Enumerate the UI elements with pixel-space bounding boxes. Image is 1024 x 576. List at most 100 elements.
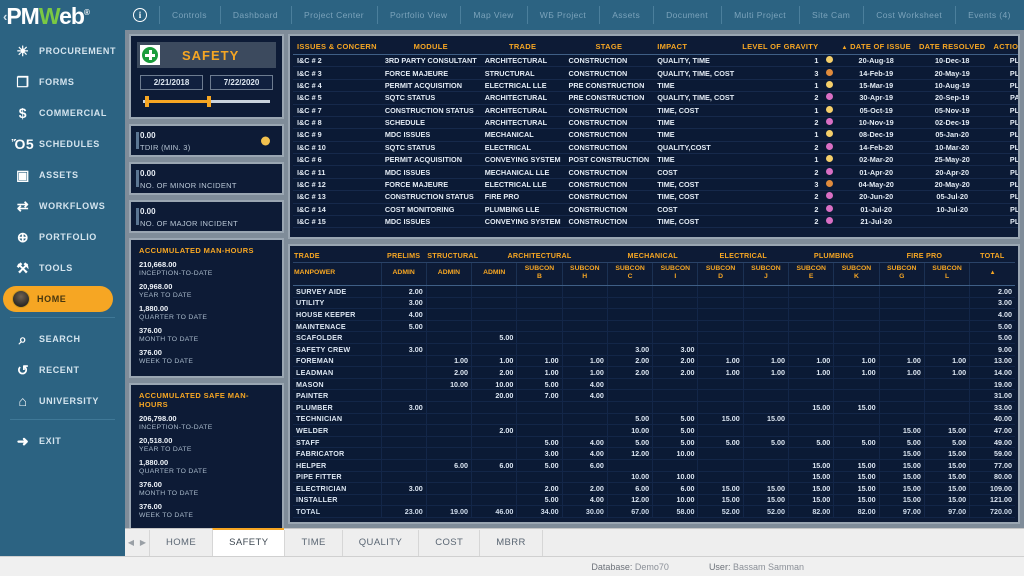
date-range-slider[interactable] (143, 96, 270, 107)
kpi-value: 0.00 (140, 206, 156, 216)
issues-col-header[interactable]: ▲ DATE OF ISSUE (837, 39, 915, 55)
sidebar-item-portfolio[interactable]: ⊕ PORTFOLIO (0, 224, 125, 250)
manpower-sub-header[interactable]: SUBCON D (697, 262, 744, 286)
date-from-input[interactable]: 2/21/2018 (140, 75, 203, 90)
sidebar-item-forms[interactable]: ❐ FORMS (0, 69, 125, 95)
manpower-value-cell (561, 297, 608, 310)
kpi-card: 0.00 NO. OF MAJOR INCIDENT (129, 200, 284, 233)
top-tab-document[interactable]: Document (653, 0, 721, 30)
manpower-sub-header[interactable]: ADMIN (471, 262, 517, 286)
sidebar-item-search[interactable]: ⌕ SEARCH (0, 326, 125, 352)
issues-table-row[interactable]: I&C # 15 MDC ISSUES CONVEYING SYSTEM CONSTR… (293, 215, 1018, 229)
manpower-sub-header[interactable]: SUBCON B (516, 262, 563, 286)
sidebar-item-procurement[interactable]: ☀ PROCUREMENT (0, 38, 125, 64)
issues-table-row[interactable]: I&C # 11 MDC ISSUES MECHANICAL LLE CONSTRUC… (293, 165, 1018, 179)
manpower-sub-header[interactable]: ADMIN (425, 262, 472, 286)
manpower-sub-header[interactable]: ADMIN (380, 262, 427, 286)
app-logo[interactable]: ‹PMWeb® (0, 0, 125, 30)
issues-col-header[interactable]: DATE RESOLVED (914, 39, 990, 55)
top-tab-cost-worksheet[interactable]: Cost Worksheet (863, 0, 955, 30)
top-tab-dashboard[interactable]: Dashboard (219, 0, 291, 30)
manpower-value-cell (380, 494, 427, 507)
manpower-sub-header[interactable]: ▲ (969, 262, 1015, 286)
right-column: ISSUES & CONCERN MODULE TRADE STAGE IMPACT LE… (288, 34, 1020, 524)
sidebar-item-assets[interactable]: ▣ ASSETS (0, 162, 125, 188)
manpower-sub-header[interactable]: SUBCON E (788, 262, 834, 286)
cell-stage: CONSTRUCTION (564, 215, 654, 229)
issues-col-header[interactable] (822, 39, 838, 55)
manpower-sub-header[interactable]: SUBCON I (652, 262, 698, 286)
top-tab-controls[interactable]: Controls (159, 0, 220, 30)
issues-table-row[interactable]: I&C # 10 SQTC STATUS ELECTRICAL CONSTRUCTIO… (293, 141, 1018, 155)
top-tab-project-center[interactable]: Project Center (291, 0, 377, 30)
sidebar-item-commercial[interactable]: $ COMMERCIAL (0, 100, 125, 126)
manpower-sub-header[interactable]: SUBCON K (833, 262, 880, 286)
issues-col-header[interactable]: MODULE (380, 39, 481, 55)
sidebar-item-tools[interactable]: ⚒ TOOLS (0, 255, 125, 281)
top-tab-portfolio-view[interactable]: Portfolio View (376, 0, 460, 30)
manpower-sub-header[interactable]: SUBCON C (606, 262, 653, 286)
issues-table-row[interactable]: I&C # 14 COST MONITORING PLUMBING LLE CONST… (293, 203, 1018, 216)
issues-table-row[interactable]: I&C # 5 SQTC STATUS ARCHITECTURAL PRE CONST… (293, 91, 1018, 105)
sidebar-item-label: PROCUREMENT (39, 46, 117, 56)
issues-table-row[interactable]: I&C # 7 CONSTRUCTION STATUS ARCHITECTURAL C… (293, 104, 1018, 117)
top-tab-site-cam[interactable]: Site Cam (799, 0, 863, 30)
sidebar-item-recent[interactable]: ↺ RECENT (0, 357, 125, 383)
manpower-trade-name: ELECTRICIAN (293, 482, 381, 495)
bottom-tab-home[interactable]: HOME (149, 530, 213, 556)
manpower-sub-header[interactable]: SUBCON J (742, 262, 789, 286)
issues-table-row[interactable]: I&C # 3 FORCE MAJEURE STRUCTURAL CONSTRUCTI… (293, 66, 1018, 80)
manpower-sub-header[interactable]: SUBCON H (561, 262, 608, 286)
sidebar-item-schedules[interactable]: Ὄ5 SCHEDULES (0, 131, 125, 157)
slider-handle-left[interactable] (145, 96, 149, 107)
manpower-value-cell (788, 331, 834, 344)
date-to-input[interactable]: 7/22/2020 (210, 75, 273, 90)
sidebar-item-exit[interactable]: ➜ EXIT (0, 428, 125, 454)
manpower-value-cell (516, 285, 563, 298)
issues-table-row[interactable]: I&C # 2 3RD PARTY CONSULTANT ARCHITECTURAL… (293, 54, 1018, 68)
bottom-tab-time[interactable]: TIME (284, 530, 342, 556)
top-navigation: i Controls Dashboard Project Center Portfol… (125, 0, 1024, 30)
top-tab-map-view[interactable]: Map View (460, 0, 526, 30)
cell-stage: CONSTRUCTION (564, 104, 654, 117)
issues-table-row[interactable]: I&C # 8 SCHEDULE ARCHITECTURAL CONSTRUCTION… (293, 116, 1018, 130)
top-tab-multi-project[interactable]: Multi Project (721, 0, 799, 30)
top-tab-events-4[interactable]: Events (4) (955, 0, 1024, 30)
manpower-value-cell (878, 401, 925, 414)
issues-table-row[interactable]: I&C # 9 MDC ISSUES MECHANICAL CONSTRUCTION T… (293, 128, 1018, 142)
manpower-value-cell: 2.00 (561, 482, 608, 495)
sidebar-item-workflows[interactable]: ⇄ WORKFLOWS (0, 193, 125, 219)
bottom-tab-mbrr[interactable]: MBRR (479, 530, 543, 556)
cell-resolved: 10-Dec-18 (914, 54, 990, 68)
issues-col-header[interactable]: ACTION TAKEN (989, 39, 1018, 55)
slider-handle-right[interactable] (207, 96, 211, 107)
accumulated-label: INCEPTION-TO-DATE (139, 270, 213, 277)
issues-col-header[interactable]: LEVEL OF GRAVITY (738, 39, 823, 55)
issues-col-header[interactable]: ISSUES & CONCERN (293, 39, 381, 55)
issues-col-header[interactable]: STAGE (564, 39, 654, 55)
issues-col-header[interactable]: IMPACT (653, 39, 739, 55)
issues-table-row[interactable]: I&C # 6 PERMIT ACQUISITION CONVEYING SYSTE… (293, 153, 1018, 167)
issues-table-row[interactable]: I&C # 4 PERMIT ACQUISITION ELECTRICAL LLE P… (293, 79, 1018, 93)
manpower-value-cell (697, 297, 744, 310)
bottom-tab-safety[interactable]: SAFETY (212, 528, 285, 556)
top-tab-assets[interactable]: Assets (599, 0, 653, 30)
cell-gravity: 1 (738, 104, 823, 117)
top-tab-w-project[interactable]: WБ Project (526, 0, 599, 30)
sidebar-item-university[interactable]: ⌂ UNIVERSITY (0, 388, 125, 414)
issues-table-row[interactable]: I&C # 12 FORCE MAJEURE ELECTRICAL LLE CONST… (293, 178, 1018, 192)
issues-col-header[interactable]: TRADE (480, 39, 565, 55)
bottom-tab-cost[interactable]: COST (418, 530, 480, 556)
manpower-group-header: MECHANICAL (607, 249, 698, 263)
issues-table-row[interactable]: I&C # 13 CONSTRUCTION STATUS FIRE PRO CONST… (293, 190, 1018, 204)
user-value: Bassam Samman (732, 561, 804, 572)
manpower-sub-header[interactable]: SUBCON L (923, 262, 970, 286)
manpower-table-row: HOUSE KEEPER 4.00 4.00 (293, 308, 1015, 321)
manpower-sub-header[interactable]: SUBCON G (878, 262, 925, 286)
sidebar-item-home[interactable]: HOME (3, 286, 113, 312)
bottom-tab-quality[interactable]: QUALITY (341, 530, 419, 556)
info-icon[interactable]: i (133, 8, 147, 22)
tab-scroll-left-icon[interactable]: ◀ (125, 528, 137, 556)
manpower-value-cell: 15.00 (788, 471, 834, 484)
tab-scroll-right-icon[interactable]: ▶ (137, 528, 149, 556)
